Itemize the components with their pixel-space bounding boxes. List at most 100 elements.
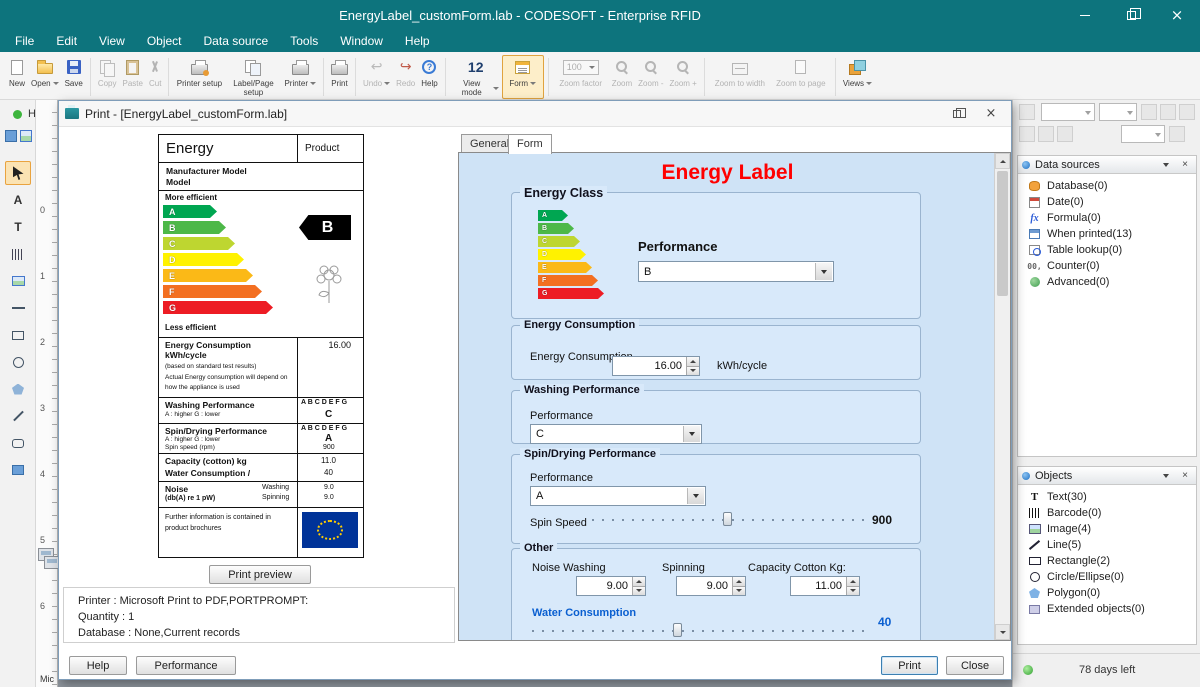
spinning-spinner[interactable]: 9.00 <box>676 576 746 596</box>
barcode-tool[interactable] <box>5 242 31 266</box>
spin-performance-select[interactable]: A <box>530 486 706 506</box>
line-tool[interactable] <box>5 296 31 320</box>
tree-item-line[interactable]: Line(5) <box>1018 537 1196 553</box>
label-page-setup-button[interactable]: Label/Page setup <box>225 55 281 99</box>
restore-button[interactable] <box>1108 0 1154 30</box>
print-button[interactable]: Print <box>328 55 351 99</box>
capacity-spinner[interactable]: 11.00 <box>790 576 860 596</box>
dialog-maximize-button[interactable] <box>943 104 971 124</box>
menu-view[interactable]: View <box>88 31 136 51</box>
tree-item-text[interactable]: TText(30) <box>1018 489 1196 505</box>
close-panel-button[interactable]: × <box>1178 469 1192 483</box>
print-button[interactable]: Print <box>881 656 938 675</box>
diagonal-line-tool[interactable] <box>5 404 31 428</box>
spin-speed-slider[interactable] <box>592 510 864 528</box>
menu-object[interactable]: Object <box>136 31 193 51</box>
cut-button[interactable]: Cut <box>146 55 164 99</box>
scroll-down-button[interactable] <box>995 624 1010 640</box>
objects-header[interactable]: Objects × <box>1018 467 1196 485</box>
menu-file[interactable]: File <box>4 31 45 51</box>
print-preview-button[interactable]: Print preview <box>209 565 311 584</box>
chevron-down-icon[interactable] <box>687 488 704 504</box>
open-button[interactable]: Open <box>28 55 62 99</box>
tree-item-circle[interactable]: Circle/Ellipse(0) <box>1018 569 1196 585</box>
zoom-out-button[interactable]: Zoom - <box>635 55 666 99</box>
spin-up-button[interactable] <box>686 357 699 367</box>
collapse-button[interactable] <box>1159 469 1173 483</box>
spin-up-button[interactable] <box>846 577 859 587</box>
copy-button[interactable]: Copy <box>95 55 120 99</box>
new-button[interactable]: New <box>6 55 28 99</box>
tree-item-database[interactable]: Database(0) <box>1018 178 1196 194</box>
spin-up-button[interactable] <box>732 577 745 587</box>
redo-button[interactable]: ↪Redo <box>393 55 418 99</box>
slider-thumb[interactable] <box>673 623 682 637</box>
tree-item-counter[interactable]: 00,Counter(0) <box>1018 258 1196 274</box>
noise-washing-spinner[interactable]: 9.00 <box>576 576 646 596</box>
formatting-tool-icon[interactable] <box>1169 126 1185 142</box>
tree-item-date[interactable]: Date(0) <box>1018 194 1196 210</box>
close-button[interactable]: × <box>1154 0 1200 30</box>
slider-thumb[interactable] <box>723 512 732 526</box>
form-scrollbar[interactable] <box>994 153 1010 640</box>
polygon-tool[interactable] <box>5 377 31 401</box>
rounded-rect-tool[interactable] <box>5 431 31 455</box>
tab-form[interactable]: Form <box>508 134 552 154</box>
water-consumption-slider[interactable] <box>532 621 867 639</box>
printer-button[interactable]: Printer <box>281 55 319 99</box>
scroll-up-button[interactable] <box>995 153 1010 169</box>
tree-item-extended-objects[interactable]: Extended objects(0) <box>1018 601 1196 617</box>
formatting-tool-icon[interactable] <box>1160 104 1176 120</box>
spin-down-button[interactable] <box>686 367 699 376</box>
zoom-to-width-button[interactable]: Zoom to width <box>709 55 771 99</box>
image-tool[interactable] <box>5 269 31 293</box>
rectangle-tool[interactable] <box>5 323 31 347</box>
menu-edit[interactable]: Edit <box>45 31 88 51</box>
menu-window[interactable]: Window <box>329 31 394 51</box>
menu-tools[interactable]: Tools <box>279 31 329 51</box>
format-tool-icon[interactable] <box>20 130 32 142</box>
scrollbar-thumb[interactable] <box>997 171 1008 296</box>
spin-up-button[interactable] <box>632 577 645 587</box>
formatting-tool-icon[interactable] <box>1038 126 1054 142</box>
tree-item-advanced[interactable]: Advanced(0) <box>1018 274 1196 290</box>
spin-down-button[interactable] <box>632 587 645 596</box>
performance-button[interactable]: Performance <box>136 656 236 675</box>
minimize-button[interactable] <box>1062 0 1108 30</box>
views-button[interactable]: Views <box>840 55 875 99</box>
consumption-spinner[interactable]: 16.00 <box>612 356 700 376</box>
rich-text-tool[interactable]: T <box>5 215 31 239</box>
align-tool-icon[interactable] <box>5 130 17 142</box>
undo-button[interactable]: ↩Undo <box>360 55 393 99</box>
dialog-close-button[interactable]: × <box>977 104 1005 124</box>
help-button[interactable]: ?Help <box>418 55 440 99</box>
zoom-to-page-button[interactable]: Zoom to page <box>771 55 831 99</box>
tree-item-when-printed[interactable]: When printed(13) <box>1018 226 1196 242</box>
printer-setup-button[interactable]: Printer setup <box>173 55 225 99</box>
menu-help[interactable]: Help <box>394 31 441 51</box>
help-button[interactable]: Help <box>69 656 127 675</box>
zoom-button[interactable]: Zoom <box>609 55 635 99</box>
tree-item-formula[interactable]: fxFormula(0) <box>1018 210 1196 226</box>
zoom-in-button[interactable]: Zoom + <box>667 55 700 99</box>
text-tool[interactable]: A <box>5 188 31 212</box>
zoom-factor-combo[interactable]: 100Zoom factor <box>553 55 609 99</box>
close-dialog-button[interactable]: Close <box>946 656 1004 675</box>
collapse-button[interactable] <box>1159 158 1173 172</box>
formatting-tool-icon[interactable] <box>1057 126 1073 142</box>
shape-tool[interactable] <box>5 458 31 482</box>
tree-item-table-lookup[interactable]: Table lookup(0) <box>1018 242 1196 258</box>
data-sources-header[interactable]: Data sources × <box>1018 156 1196 174</box>
formatting-tool-icon[interactable] <box>1019 126 1035 142</box>
formatting-tool-icon[interactable] <box>1141 104 1157 120</box>
spin-down-button[interactable] <box>846 587 859 596</box>
view-mode-button[interactable]: 12View mode <box>450 55 502 99</box>
tree-item-barcode[interactable]: Barcode(0) <box>1018 505 1196 521</box>
formatting-combo[interactable] <box>1121 125 1165 143</box>
paste-button[interactable]: Paste <box>120 55 146 99</box>
formatting-tool-icon[interactable] <box>1019 104 1035 120</box>
formatting-combo[interactable] <box>1099 103 1137 121</box>
tree-item-image[interactable]: Image(4) <box>1018 521 1196 537</box>
tree-item-rectangle[interactable]: Rectangle(2) <box>1018 553 1196 569</box>
tree-item-polygon[interactable]: Polygon(0) <box>1018 585 1196 601</box>
